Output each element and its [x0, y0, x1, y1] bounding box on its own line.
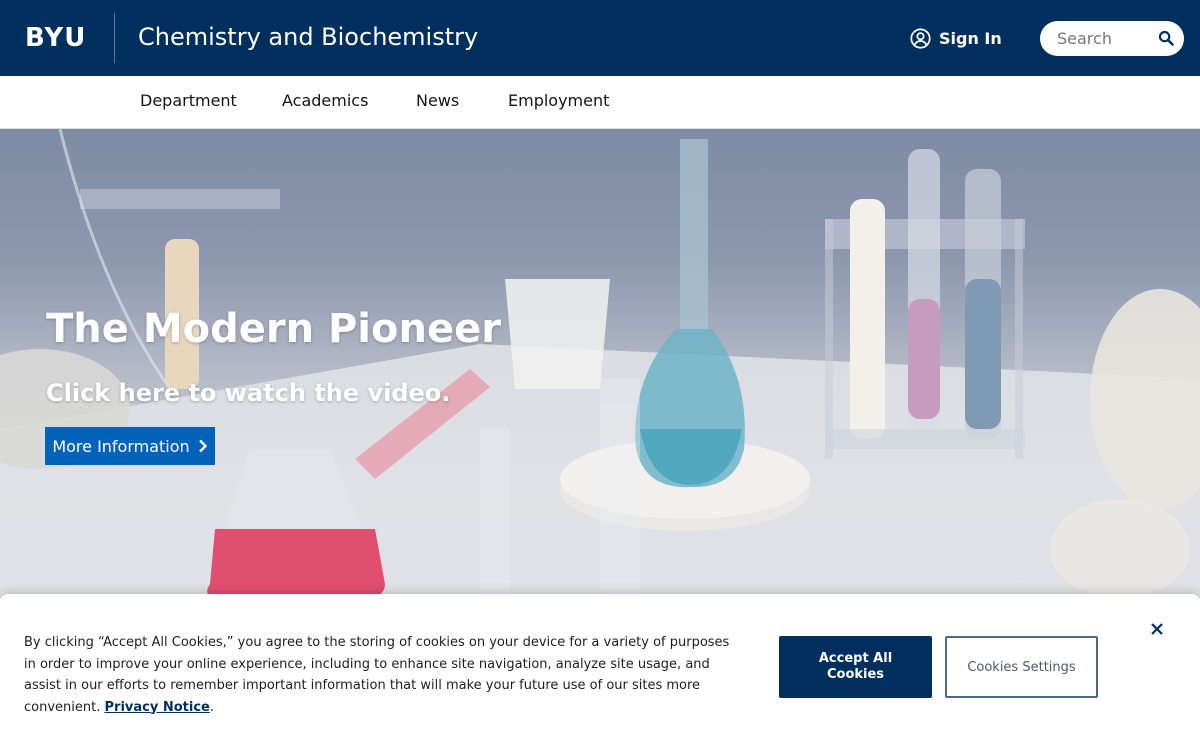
cookies-settings-button[interactable]: Cookies Settings: [945, 636, 1098, 698]
site-header: BYU Chemistry and Biochemistry Sign In: [0, 0, 1200, 76]
nav-item-academics[interactable]: Academics: [282, 91, 368, 111]
accept-all-cookies-button[interactable]: Accept All Cookies: [779, 636, 932, 698]
cookie-text: By clicking “Accept All Cookies,” you ag…: [24, 635, 730, 715]
search-icon[interactable]: [1158, 30, 1174, 46]
hero-title: The Modern Pioneer: [46, 306, 501, 352]
sign-in-button[interactable]: Sign In: [910, 26, 1002, 50]
chevron-right-icon: [198, 439, 207, 453]
logo-divider: [114, 13, 115, 63]
cookie-banner: By clicking “Accept All Cookies,” you ag…: [0, 594, 1200, 740]
sign-in-label: Sign In: [939, 28, 1002, 48]
user-circle-icon: [910, 27, 931, 49]
nav-item-employment[interactable]: Employment: [508, 91, 609, 111]
site-title[interactable]: Chemistry and Biochemistry: [138, 22, 478, 52]
privacy-notice-link[interactable]: Privacy Notice: [105, 700, 210, 715]
nav-item-news[interactable]: News: [416, 91, 459, 111]
byu-logo[interactable]: BYU: [25, 23, 86, 53]
hero-background-image: [0, 129, 1200, 599]
hero-banner: The Modern Pioneer Click here to watch t…: [0, 129, 1200, 599]
more-information-button[interactable]: More Information: [45, 427, 215, 465]
main-nav: Department Academics News Employment: [0, 76, 1200, 129]
more-information-label: More Information: [52, 436, 190, 456]
nav-item-department[interactable]: Department: [140, 91, 237, 111]
hero-subtitle-link[interactable]: Click here to watch the video.: [46, 378, 450, 408]
close-icon[interactable]: [1149, 621, 1165, 637]
